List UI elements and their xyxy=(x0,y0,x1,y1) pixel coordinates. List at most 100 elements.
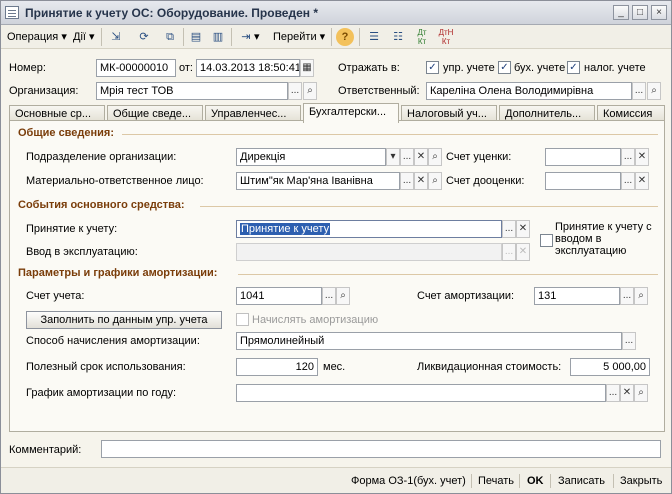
revaluation-account-field[interactable] xyxy=(545,172,621,190)
structure-icon[interactable]: ⇥ xyxy=(237,28,255,46)
useful-life-label: Полезный срок использования: xyxy=(26,361,186,373)
calendar-icon[interactable]: ▦ xyxy=(300,59,314,77)
minimize-button[interactable]: _ xyxy=(613,5,629,20)
refresh-icon[interactable]: ⟳ xyxy=(135,28,153,46)
comment-field[interactable] xyxy=(101,440,661,458)
document-up-icon[interactable]: ▤ xyxy=(187,28,205,46)
accept-with-commission-checkbox[interactable] xyxy=(540,234,553,247)
toolbar-separator xyxy=(359,28,360,46)
close-window-button[interactable]: × xyxy=(651,5,667,20)
accounting-tab-panel: Общие сведения: Подразделение организаци… xyxy=(9,120,665,432)
tab-accounting[interactable]: Бухгалтерски... xyxy=(303,103,399,123)
copy-document-icon[interactable]: ⧉ xyxy=(161,28,179,46)
division-select-button[interactable]: ... xyxy=(400,148,414,166)
toolbar-separator xyxy=(231,28,232,46)
print-form-button[interactable]: Форма ОЗ-1(бух. учет) xyxy=(351,472,466,490)
valuation-account-label: Счет уценки: xyxy=(446,151,512,163)
account-search-icon[interactable]: ⌕ xyxy=(336,287,350,305)
schedule-select-button[interactable]: ... xyxy=(606,384,620,402)
mol-select-button[interactable]: ... xyxy=(400,172,414,190)
accept-with-commission-label: Принятие к учету с вводом в эксплуатацию xyxy=(555,221,652,257)
mol-search-icon[interactable]: ⌕ xyxy=(428,172,442,190)
dtn-kt-icon[interactable]: ДтН Кт xyxy=(437,28,455,46)
document-icon xyxy=(5,6,19,19)
fill-from-mgmt-button[interactable]: Заполнить по данным упр. учета xyxy=(26,311,222,329)
division-search-icon[interactable]: ⌕ xyxy=(428,148,442,166)
help-icon[interactable]: ? xyxy=(336,28,354,46)
number-field[interactable]: МК-00000010 xyxy=(96,59,176,77)
account-field[interactable]: 1041 xyxy=(236,287,322,305)
reflect-acc-label: бух. учете xyxy=(514,62,566,74)
organization-field[interactable]: Мрія тест ТОВ xyxy=(96,82,288,100)
division-label: Подразделение организации: xyxy=(26,151,177,163)
revaluation-select-button[interactable]: ... xyxy=(621,172,635,190)
reflect-mgmt-checkbox[interactable]: ✓ xyxy=(426,61,439,74)
useful-life-field[interactable]: 120 xyxy=(236,358,318,376)
method-field[interactable]: Прямолинейный xyxy=(236,332,622,350)
reflect-mgmt-label: упр. учете xyxy=(443,62,495,74)
revaluation-clear-icon[interactable]: ✕ xyxy=(635,172,649,190)
reflect-acc-checkbox[interactable]: ✓ xyxy=(498,61,511,74)
organization-select-button[interactable]: ... xyxy=(288,82,302,100)
revaluation-account-label: Счет дооценки: xyxy=(446,175,525,187)
method-select-button[interactable]: ... xyxy=(622,332,636,350)
operation-menu[interactable]: Операция ▾ xyxy=(7,28,67,46)
amortization-section-title: Параметры и графики амортизации: xyxy=(18,267,218,279)
document-down-icon[interactable]: ▥ xyxy=(209,28,227,46)
events-section-title: События основного средства: xyxy=(18,199,185,211)
post-document-icon[interactable]: ⇲ xyxy=(107,28,125,46)
valuation-clear-icon[interactable]: ✕ xyxy=(635,148,649,166)
accept-clear-icon[interactable]: ✕ xyxy=(516,220,530,238)
tab-strip: Основные ср... Общие сведе... Управленче… xyxy=(9,103,665,123)
reflect-tax-checkbox[interactable]: ✓ xyxy=(567,61,580,74)
mol-label: Материально-ответственное лицо: xyxy=(26,175,204,187)
toolbar: Операция ▾ Дії ▾ ⇲ ⟳ ⧉ ▤ ▥ ⇥ ▾ Перейти ▾… xyxy=(1,25,671,49)
months-label: мес. xyxy=(323,361,346,373)
print-button[interactable]: Печать xyxy=(478,472,514,490)
responsible-search-icon[interactable]: ⌕ xyxy=(647,82,661,100)
dt-kt-icon[interactable]: Дт Кт xyxy=(413,28,431,46)
ok-button[interactable]: OK xyxy=(527,472,544,490)
responsible-field[interactable]: Кареліна Олена Володимирівна xyxy=(426,82,632,100)
accept-field[interactable]: Принятие к учету xyxy=(236,220,502,238)
date-field[interactable]: 14.03.2013 18:50:41 xyxy=(196,59,300,77)
toolbar-separator xyxy=(331,28,332,46)
settings-list-icon[interactable]: ☷ xyxy=(389,28,407,46)
schedule-search-icon[interactable]: ⌕ xyxy=(634,384,648,402)
liquidation-field[interactable]: 5 000,00 xyxy=(570,358,650,376)
organization-search-icon[interactable]: ⌕ xyxy=(303,82,317,100)
commission-field[interactable] xyxy=(236,243,502,261)
bottom-button-bar: Форма ОЗ-1(бух. учет) Печать OK Записать… xyxy=(1,467,671,493)
bar-separator xyxy=(519,474,520,488)
account-select-button[interactable]: ... xyxy=(322,287,336,305)
actions-menu[interactable]: Дії ▾ xyxy=(73,28,95,46)
list-view-icon[interactable]: ☰ xyxy=(365,28,383,46)
commission-clear-icon[interactable]: ✕ xyxy=(516,243,530,261)
title-bar: Принятие к учету ОС: Оборудование. Прове… xyxy=(1,1,671,25)
valuation-account-field[interactable] xyxy=(545,148,621,166)
amortization-account-select-button[interactable]: ... xyxy=(620,287,634,305)
commission-select-button[interactable]: ... xyxy=(502,243,516,261)
bar-separator xyxy=(471,474,472,488)
amortization-account-label: Счет амортизации: xyxy=(417,290,515,302)
division-field[interactable]: Дирекція xyxy=(236,148,386,166)
number-label: Номер: xyxy=(9,62,46,74)
reflect-tax-label: налог. учете xyxy=(584,62,646,74)
mol-clear-icon[interactable]: ✕ xyxy=(414,172,428,190)
save-button[interactable]: Записать xyxy=(558,472,605,490)
amortization-account-search-icon[interactable]: ⌕ xyxy=(634,287,648,305)
division-clear-icon[interactable]: ✕ xyxy=(414,148,428,166)
accept-select-button[interactable]: ... xyxy=(502,220,516,238)
schedule-clear-icon[interactable]: ✕ xyxy=(620,384,634,402)
mol-field[interactable]: Штим"як Мар'яна Іванівна xyxy=(236,172,400,190)
maximize-button[interactable]: □ xyxy=(632,5,648,20)
structure-dropdown-arrow[interactable]: ▾ xyxy=(254,28,260,46)
valuation-select-button[interactable]: ... xyxy=(621,148,635,166)
charge-amortization-checkbox[interactable] xyxy=(236,313,249,326)
schedule-field[interactable] xyxy=(236,384,606,402)
responsible-select-button[interactable]: ... xyxy=(632,82,646,100)
amortization-account-field[interactable]: 131 xyxy=(534,287,620,305)
division-dropdown-icon[interactable]: ▾ xyxy=(386,148,400,166)
goto-menu[interactable]: Перейти ▾ xyxy=(273,28,325,46)
close-button[interactable]: Закрыть xyxy=(620,472,662,490)
